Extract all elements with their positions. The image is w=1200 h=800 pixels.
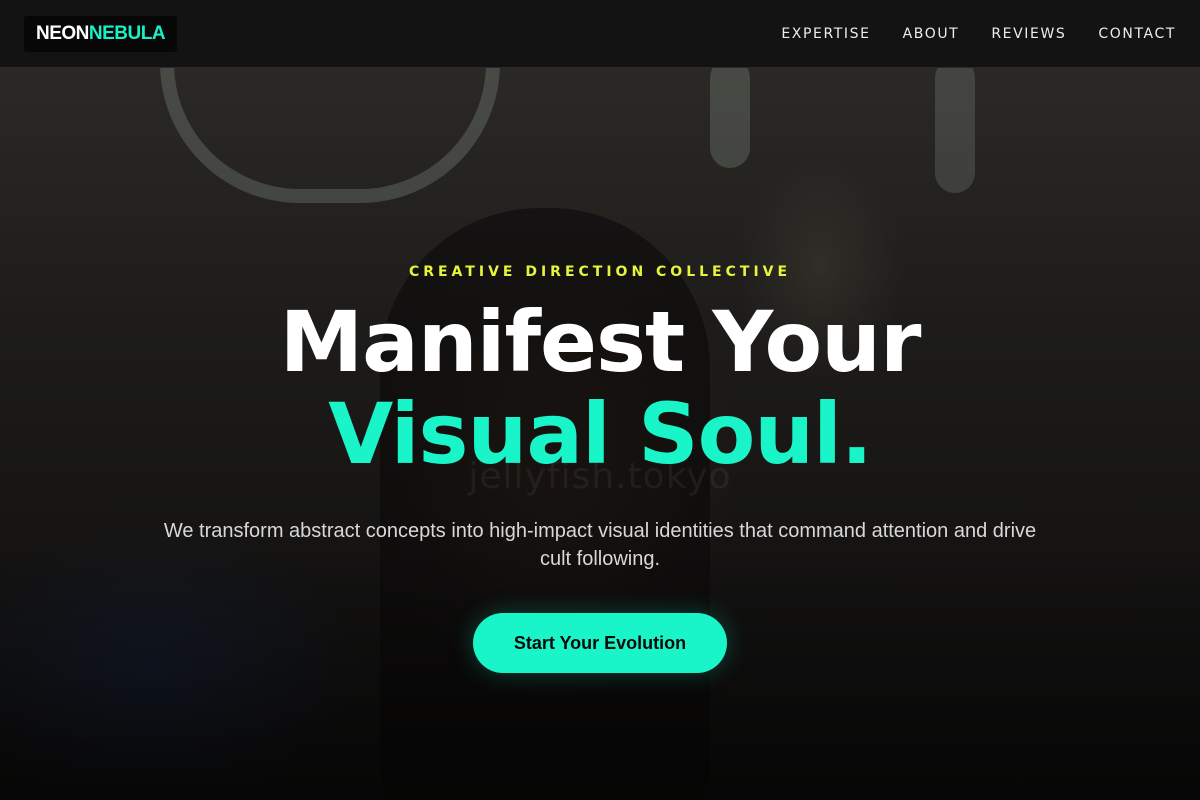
logo-text-nebula: NEBULA [88, 23, 166, 44]
nav-link-about[interactable]: ABOUT [903, 26, 960, 42]
top-navbar: NEON NEBULA EXPERTISE ABOUT REVIEWS CONTA… [0, 0, 1200, 68]
hero-headline: Manifest Your Visual Soul. [0, 296, 1200, 480]
hero-eyebrow: CREATIVE DIRECTION COLLECTIVE [408, 264, 792, 280]
logo-text-neon: NEON [36, 23, 89, 44]
hero-subtext: We transform abstract concepts into high… [163, 520, 1037, 570]
brand-logo[interactable]: NEON NEBULA [24, 16, 178, 52]
headline-line-1: Manifest Your [279, 293, 922, 391]
nav-link-contact[interactable]: CONTACT [1098, 26, 1176, 42]
headline-line-2: Visual Soul. [328, 385, 873, 483]
main-nav: EXPERTISE ABOUT REVIEWS CONTACT [781, 0, 1176, 68]
start-evolution-button[interactable]: Start Your Evolution [473, 613, 727, 673]
hero-content: CREATIVE DIRECTION COLLECTIVE Manifest Y… [0, 68, 1200, 800]
nav-link-expertise[interactable]: EXPERTISE [781, 26, 870, 42]
hero-section: jellyfish.tokyo CREATIVE DIRECTION COLLE… [0, 68, 1200, 800]
nav-link-reviews[interactable]: REVIEWS [991, 26, 1066, 42]
